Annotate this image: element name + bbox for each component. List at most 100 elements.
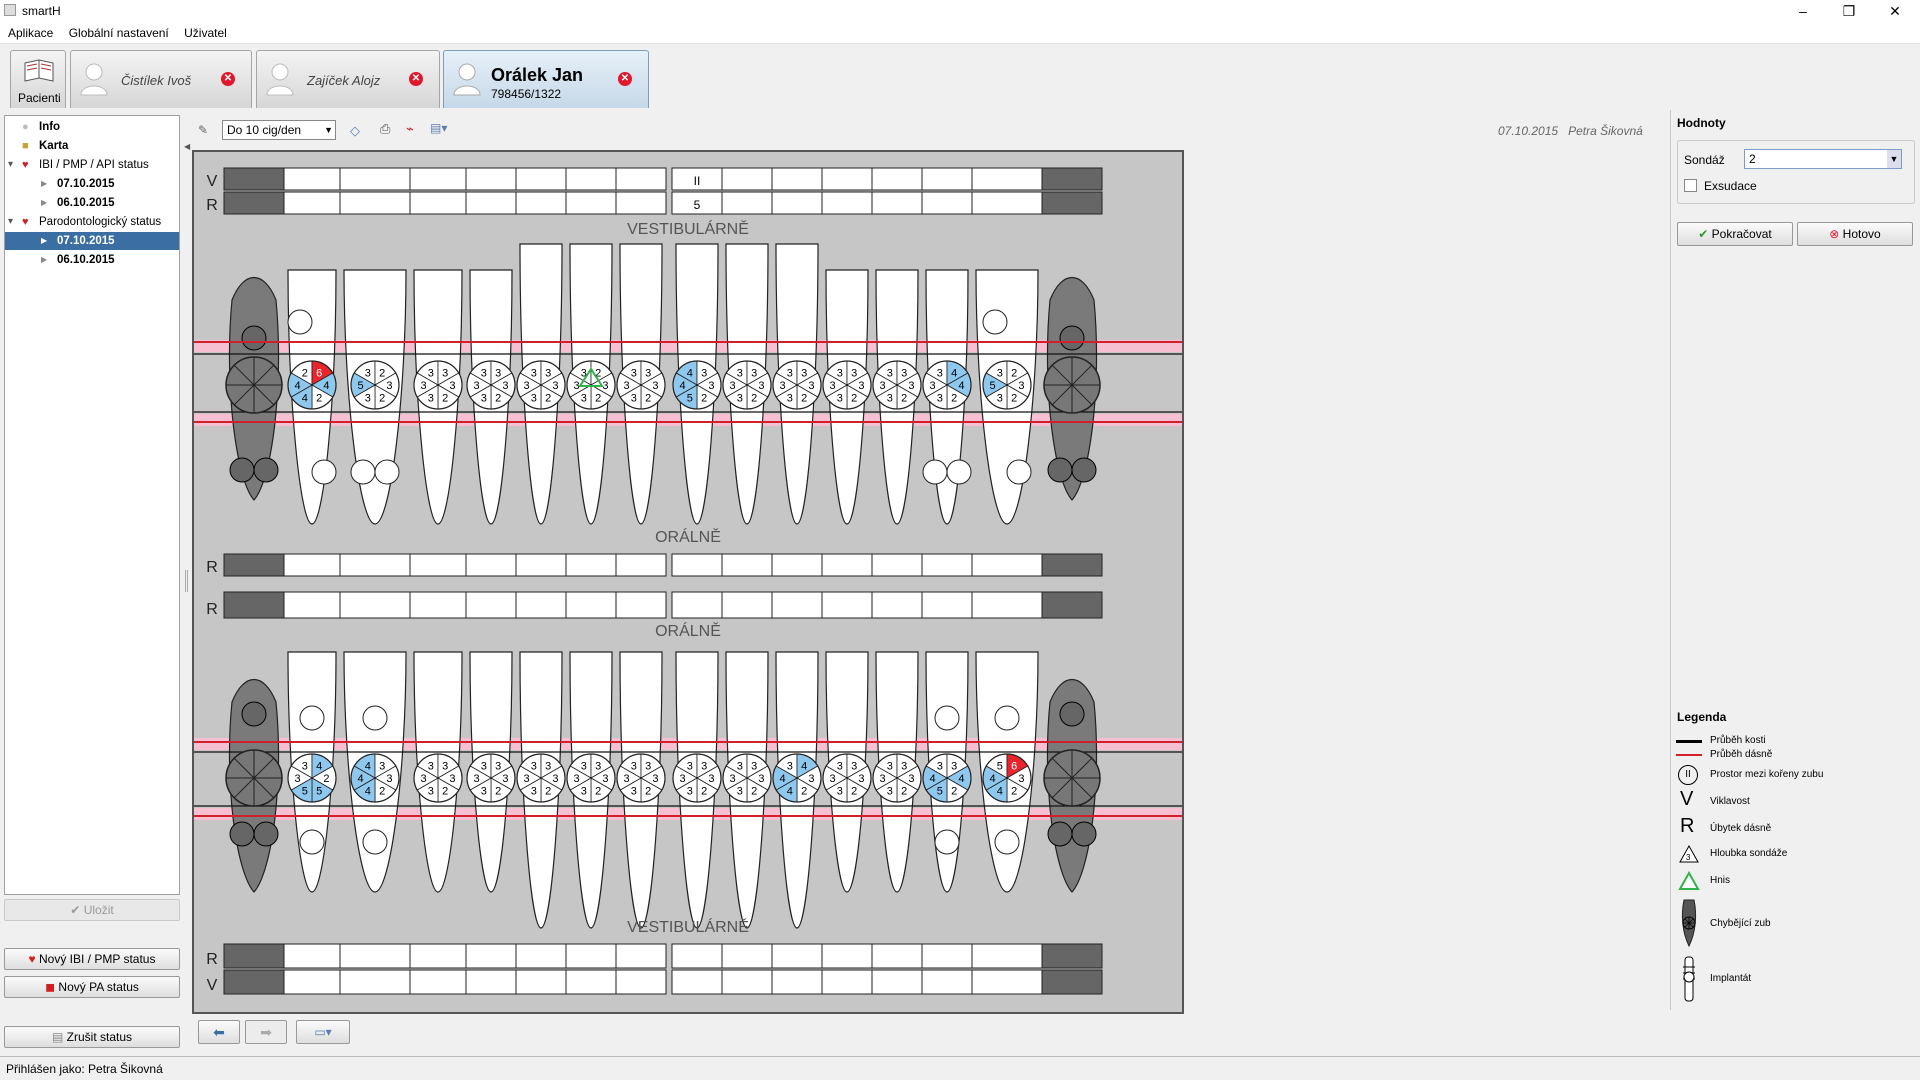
table-cell[interactable]	[771, 591, 823, 619]
close-tab-icon[interactable]: ✕	[409, 72, 423, 86]
table-cell[interactable]	[515, 167, 567, 191]
table-cell[interactable]	[871, 191, 923, 215]
table-cell[interactable]	[871, 969, 923, 995]
print-icon[interactable]: ⎙	[380, 121, 396, 137]
table-cell[interactable]	[409, 969, 467, 995]
view-menu-icon[interactable]: ▭▾	[296, 1020, 350, 1044]
new-pa-status-button[interactable]: ◼ Nový PA status	[4, 976, 180, 998]
table-cell[interactable]	[771, 191, 823, 215]
table-cell[interactable]	[871, 943, 923, 969]
table-cell[interactable]	[721, 969, 773, 995]
table-cell[interactable]	[971, 969, 1043, 995]
table-cell[interactable]	[921, 167, 973, 191]
close-tab-icon[interactable]: ✕	[618, 72, 632, 86]
table-cell[interactable]	[821, 969, 873, 995]
table-cell[interactable]	[283, 167, 341, 191]
table-cell[interactable]	[565, 943, 617, 969]
table-cell[interactable]	[339, 191, 411, 215]
table-cell[interactable]	[565, 591, 617, 619]
table-cell[interactable]	[721, 943, 773, 969]
tree-node[interactable]: ● Info	[5, 118, 179, 136]
table-cell[interactable]	[615, 191, 667, 215]
tree-date-node[interactable]: ▶ 07.10.2015	[5, 175, 179, 193]
table-cell[interactable]	[283, 943, 341, 969]
table-cell[interactable]	[465, 969, 517, 995]
tab-patient-cistilek[interactable]: Čistílek Ivoš ✕	[70, 50, 252, 108]
minimize-button[interactable]: –	[1780, 0, 1826, 22]
table-cell[interactable]	[921, 191, 973, 215]
table-cell[interactable]	[771, 553, 823, 577]
table-cell[interactable]	[821, 553, 873, 577]
table-cell[interactable]	[821, 943, 873, 969]
table-cell[interactable]	[515, 943, 567, 969]
table-cell[interactable]	[339, 969, 411, 995]
table-cell[interactable]	[515, 191, 567, 215]
exudation-checkbox[interactable]	[1684, 179, 1697, 192]
table-cell[interactable]	[339, 553, 411, 577]
table-cell[interactable]	[615, 943, 667, 969]
cancel-status-button[interactable]: ▤ Zrušit status	[4, 1026, 180, 1048]
table-cell[interactable]	[921, 591, 973, 619]
table-cell[interactable]	[339, 591, 411, 619]
table-cell[interactable]	[821, 167, 873, 191]
splitter-handle[interactable]	[185, 570, 188, 592]
table-cell[interactable]	[465, 591, 517, 619]
table-cell[interactable]	[971, 591, 1043, 619]
maximize-button[interactable]: ❐	[1826, 0, 1872, 22]
probe-select[interactable]: 2 ▼	[1744, 149, 1902, 169]
continue-button[interactable]: ✔ Pokračovat	[1677, 222, 1793, 246]
table-cell[interactable]	[465, 167, 517, 191]
table-cell[interactable]	[515, 969, 567, 995]
table-cell[interactable]	[565, 191, 617, 215]
table-cell[interactable]	[921, 969, 973, 995]
table-cell[interactable]	[283, 969, 341, 995]
previous-arrow-icon[interactable]: ⬅	[198, 1020, 240, 1044]
tree-date-node[interactable]: ▶ 06.10.2015	[5, 194, 179, 212]
table-cell[interactable]	[615, 969, 667, 995]
table-cell[interactable]	[515, 553, 567, 577]
table-cell[interactable]	[283, 553, 341, 577]
menu-aplikace[interactable]: Aplikace	[0, 22, 57, 40]
table-cell[interactable]	[515, 591, 567, 619]
table-cell[interactable]	[721, 553, 773, 577]
table-cell[interactable]	[615, 167, 667, 191]
table-cell[interactable]	[283, 591, 341, 619]
expand-icon[interactable]: ▾	[8, 156, 13, 174]
table-cell[interactable]	[565, 553, 617, 577]
table-cell[interactable]	[409, 191, 467, 215]
table-cell[interactable]	[565, 969, 617, 995]
tab-patient-oralek[interactable]: Orálek Jan 798456/1322 ✕	[443, 50, 649, 108]
table-cell[interactable]	[465, 943, 517, 969]
table-cell[interactable]	[409, 553, 467, 577]
table-cell[interactable]	[771, 969, 823, 995]
table-cell[interactable]	[821, 591, 873, 619]
table-cell[interactable]	[971, 553, 1043, 577]
table-cell[interactable]	[409, 943, 467, 969]
tree-date-node[interactable]: ▶ 06.10.2015	[5, 251, 179, 269]
menu-global-settings[interactable]: Globální nastavení	[61, 22, 173, 40]
table-cell[interactable]	[615, 591, 667, 619]
table-cell[interactable]	[721, 591, 773, 619]
table-cell[interactable]	[971, 943, 1043, 969]
table-cell[interactable]	[921, 553, 973, 577]
close-window-button[interactable]: ✕	[1872, 0, 1918, 22]
table-cell[interactable]	[671, 969, 723, 995]
table-cell[interactable]	[339, 943, 411, 969]
tree-date-node[interactable]: ▶ 07.10.2015	[5, 232, 179, 250]
table-cell[interactable]	[921, 943, 973, 969]
table-cell[interactable]	[821, 191, 873, 215]
tree-node[interactable]: ▾ ♥ Parodontologický status	[5, 213, 179, 231]
done-button[interactable]: ⊗ Hotovo	[1797, 222, 1913, 246]
table-cell[interactable]	[339, 167, 411, 191]
tab-patients[interactable]: Pacienti	[10, 50, 66, 108]
table-cell[interactable]	[283, 191, 341, 215]
table-cell[interactable]	[409, 167, 467, 191]
table-cell[interactable]	[465, 553, 517, 577]
pdf-icon[interactable]: ⌁	[406, 121, 422, 137]
table-cell[interactable]	[671, 943, 723, 969]
table-cell[interactable]	[871, 167, 923, 191]
table-cell[interactable]	[771, 167, 823, 191]
table-cell[interactable]	[771, 943, 823, 969]
save-button[interactable]: ✔ Uložit	[4, 899, 180, 921]
table-cell[interactable]	[465, 191, 517, 215]
